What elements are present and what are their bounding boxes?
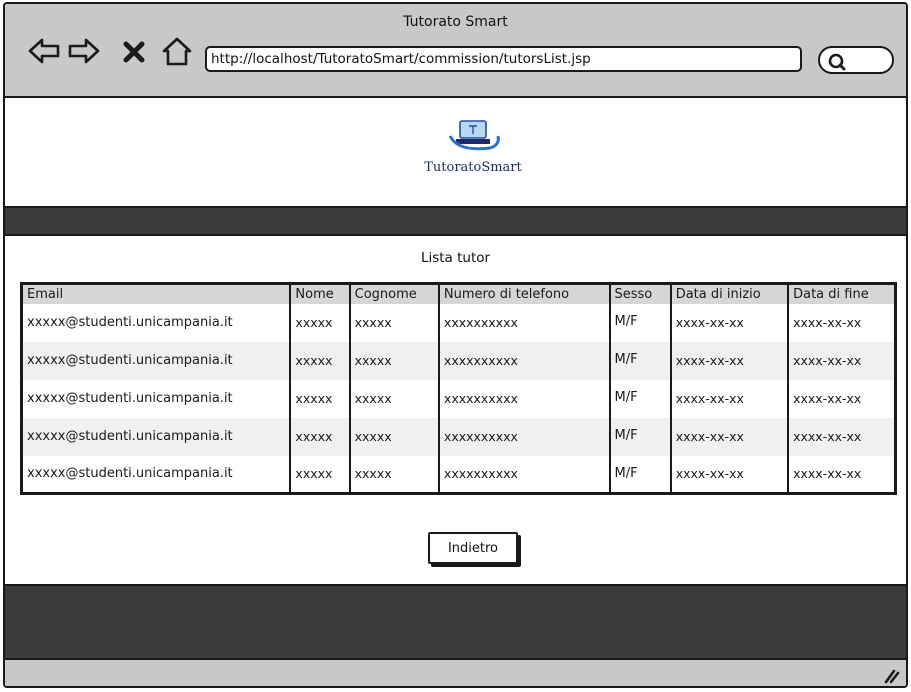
cell-telefono: xxxxxxxxxx: [438, 303, 611, 342]
cell-sesso: M/F: [609, 455, 672, 494]
cell-email: xxxxx@studenti.unicampania.it: [21, 379, 292, 418]
search-button[interactable]: [818, 46, 894, 74]
cell-nome: xxxxx: [290, 303, 351, 342]
cell-data-inizio: xxxx-xx-xx: [670, 303, 790, 342]
close-icon: [121, 41, 147, 70]
cell-nome: xxxxx: [290, 379, 351, 418]
home-icon: [161, 37, 193, 70]
logo-text: TutoratoSmart: [424, 160, 522, 175]
browser-window: Tutorato Smart http://localhost/Tutorato…: [3, 2, 908, 688]
column-header-telefono: Numero di telefono: [438, 283, 611, 304]
cell-sesso: M/F: [609, 379, 672, 418]
cell-data-inizio: xxxx-xx-xx: [670, 379, 790, 418]
table-row[interactable]: xxxxx@studenti.unicampania.it xxxxx xxxx…: [21, 379, 896, 418]
monitor-logo-icon: [403, 118, 543, 156]
cell-sesso: M/F: [609, 303, 672, 342]
cell-telefono: xxxxxxxxxx: [438, 455, 611, 494]
cell-cognome: xxxxx: [349, 341, 440, 380]
table-row[interactable]: xxxxx@studenti.unicampania.it xxxxx xxxx…: [21, 303, 896, 342]
cell-data-fine: xxxx-xx-xx: [788, 455, 896, 494]
window-title: Tutorato Smart: [403, 14, 508, 30]
site-header: TutoratoSmart: [5, 98, 906, 206]
site-logo[interactable]: TutoratoSmart: [403, 118, 543, 198]
column-header-data-fine: Data di fine: [788, 283, 896, 304]
column-header-nome: Nome: [290, 283, 351, 304]
table-row[interactable]: xxxxx@studenti.unicampania.it xxxxx xxxx…: [21, 417, 896, 456]
site-footer: [5, 584, 906, 660]
cell-data-fine: xxxx-xx-xx: [788, 303, 896, 342]
cell-nome: xxxxx: [290, 455, 351, 494]
arrow-left-icon: [27, 38, 61, 70]
cell-data-fine: xxxx-xx-xx: [788, 417, 896, 456]
address-bar[interactable]: http://localhost/TutoratoSmart/commissio…: [205, 46, 802, 72]
table-row[interactable]: xxxxx@studenti.unicampania.it xxxxx xxxx…: [21, 455, 896, 494]
nav-bar: [5, 206, 906, 236]
cell-data-fine: xxxx-xx-xx: [788, 341, 896, 380]
cell-email: xxxxx@studenti.unicampania.it: [21, 455, 292, 494]
cell-email: xxxxx@studenti.unicampania.it: [21, 341, 292, 380]
cell-cognome: xxxxx: [349, 455, 440, 494]
resize-grip-icon[interactable]: [880, 665, 900, 685]
home-button[interactable]: [161, 36, 193, 66]
browser-chrome: Tutorato Smart http://localhost/Tutorato…: [5, 4, 906, 98]
cell-telefono: xxxxxxxxxx: [438, 341, 611, 380]
cell-data-inizio: xxxx-xx-xx: [670, 455, 790, 494]
column-header-email: Email: [21, 283, 292, 304]
cell-email: xxxxx@studenti.unicampania.it: [21, 303, 292, 342]
column-header-sesso: Sesso: [609, 283, 672, 304]
table-header-row: Email Nome Cognome Numero di telefono Se…: [21, 283, 896, 304]
cell-nome: xxxxx: [290, 341, 351, 380]
cell-data-fine: xxxx-xx-xx: [788, 379, 896, 418]
stop-button[interactable]: [121, 36, 147, 66]
cell-nome: xxxxx: [290, 417, 351, 456]
cell-data-inizio: xxxx-xx-xx: [670, 341, 790, 380]
page-title: Lista tutor: [420, 250, 491, 266]
cell-sesso: M/F: [609, 417, 672, 456]
back-button[interactable]: [27, 36, 61, 66]
status-bar: [5, 660, 906, 686]
column-header-cognome: Cognome: [349, 283, 440, 304]
cell-telefono: xxxxxxxxxx: [438, 417, 611, 456]
arrow-right-icon: [67, 38, 101, 70]
cell-data-inizio: xxxx-xx-xx: [670, 417, 790, 456]
forward-button[interactable]: [67, 36, 101, 66]
cell-sesso: M/F: [609, 341, 672, 380]
indietro-button[interactable]: Indietro: [428, 532, 518, 564]
table-row[interactable]: xxxxx@studenti.unicampania.it xxxxx xxxx…: [21, 341, 896, 380]
column-header-data-inizio: Data di inizio: [670, 283, 790, 304]
cell-telefono: xxxxxxxxxx: [438, 379, 611, 418]
cell-cognome: xxxxx: [349, 303, 440, 342]
tutor-table: Email Nome Cognome Numero di telefono Se…: [20, 282, 897, 495]
cell-cognome: xxxxx: [349, 379, 440, 418]
cell-cognome: xxxxx: [349, 417, 440, 456]
cell-email: xxxxx@studenti.unicampania.it: [21, 417, 292, 456]
